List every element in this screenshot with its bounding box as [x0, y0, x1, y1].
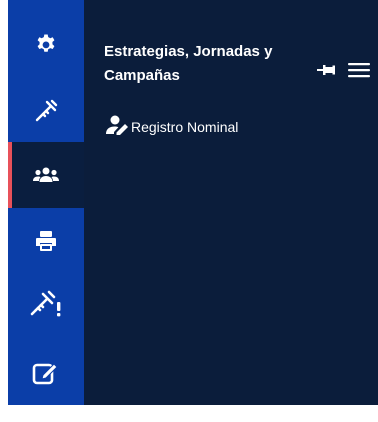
rail-item-print[interactable] — [8, 208, 84, 274]
rail-item-settings[interactable] — [8, 12, 84, 78]
hamburger-icon — [348, 62, 370, 83]
rail-item-vaccination[interactable] — [8, 78, 84, 144]
user-edit-icon — [106, 115, 130, 140]
syringe-icon — [33, 98, 59, 124]
pin-button[interactable] — [315, 62, 337, 82]
panel-title: Estrategias, Jornadas y Campañas — [104, 43, 273, 84]
icon-rail — [8, 0, 84, 405]
side-panel: Estrategias, Jornadas y Campañas Registr… — [84, 0, 378, 405]
users-icon — [33, 166, 59, 184]
syringe-alert-icon — [29, 289, 63, 317]
nav-link-label: Registro Nominal — [131, 119, 239, 135]
rail-item-vaccine-alerts[interactable] — [8, 270, 84, 336]
gear-icon — [34, 33, 58, 57]
edit-icon — [32, 360, 60, 386]
rail-item-population[interactable] — [8, 142, 84, 208]
rail-item-edit[interactable] — [8, 340, 84, 406]
pin-icon — [317, 63, 335, 81]
menu-toggle-button[interactable] — [346, 62, 372, 82]
app-window: Estrategias, Jornadas y Campañas Registr… — [0, 0, 378, 422]
printer-icon — [34, 229, 58, 253]
nav-link-registro-nominal[interactable]: Registro Nominal — [106, 115, 239, 140]
